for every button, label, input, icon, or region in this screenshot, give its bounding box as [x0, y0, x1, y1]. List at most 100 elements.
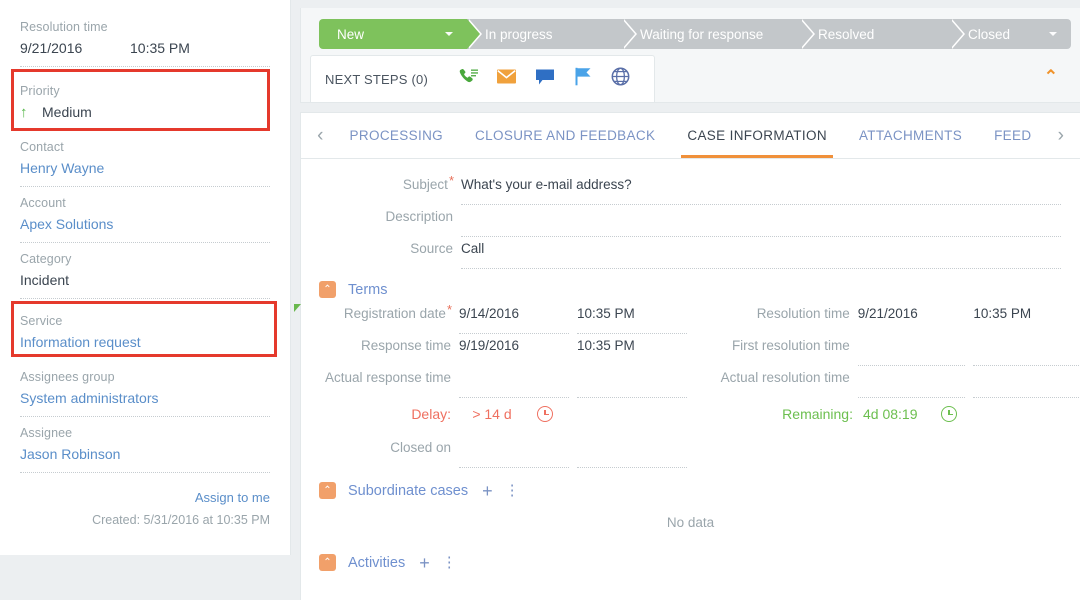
terms-collapse-toggle-icon[interactable]: ⌃ [319, 281, 336, 298]
sidebar-label-category: Category [20, 252, 72, 266]
tab-case-information[interactable]: CASE INFORMATION [671, 113, 843, 158]
stage-waiting-for-response[interactable]: Waiting for response [622, 19, 815, 49]
tab-feed[interactable]: FEED [978, 113, 1047, 158]
subordinate-cases-collapse-toggle-icon[interactable]: ⌃ [319, 482, 336, 499]
required-asterisk: * [446, 302, 452, 317]
sidebar-field-contact: Contact Henry Wayne [20, 138, 270, 187]
remaining-row: Remaining: 4d 08:19 [701, 398, 1080, 430]
sidebar-label-service: Service [20, 314, 63, 328]
flag-icon-svg [575, 67, 591, 86]
globe-icon[interactable] [602, 67, 640, 91]
section-title-subordinate-cases[interactable]: Subordinate cases [348, 483, 468, 499]
field-value-first-resolution-time[interactable] [973, 334, 1080, 366]
email-icon[interactable] [488, 68, 526, 90]
field-value-actual-resolution-date[interactable] [857, 366, 966, 398]
field-value-description[interactable] [461, 205, 1061, 237]
field-value-subject[interactable]: What's your e-mail address? [461, 173, 1061, 205]
section-title-activities[interactable]: Activities [348, 555, 405, 571]
field-label-response-time: Response time [360, 338, 451, 353]
stage-new[interactable]: New [319, 19, 482, 49]
sidebar-label-contact: Contact [20, 140, 64, 154]
section-header-activities: ⌃ Activities + ⋮ [319, 554, 1080, 572]
tab-processing[interactable]: PROCESSING [334, 113, 460, 158]
delay-value: > 14 d [472, 406, 512, 422]
field-registration-date: Registration date* 9/14/2016 10:35 PM [294, 302, 691, 334]
green-flag-marker-icon [294, 304, 301, 312]
field-value-response-time[interactable]: 10:35 PM [577, 334, 687, 366]
collapse-panel-chevron-up-icon[interactable]: ⌃ [1044, 68, 1058, 85]
next-steps-bar: NEXT STEPS (0) [310, 55, 655, 102]
remaining-value: 4d 08:19 [863, 406, 918, 422]
priority-up-arrow-icon: ↑ [20, 104, 28, 121]
sidebar-value-account[interactable]: Apex Solutions [20, 214, 270, 235]
activities-collapse-toggle-icon[interactable]: ⌃ [319, 554, 336, 571]
subordinate-cases-menu-icon[interactable]: ⋮ [505, 483, 520, 498]
field-value-actual-response-date[interactable] [459, 366, 569, 398]
field-value-response-date[interactable]: 9/19/2016 [459, 334, 569, 366]
field-value-registration-time[interactable]: 10:35 PM [577, 302, 687, 334]
stage-closed[interactable]: Closed [950, 19, 1071, 49]
stage-label: Waiting for response [640, 26, 764, 42]
field-label-resolution-time: Resolution time [756, 306, 850, 321]
assign-to-me-link[interactable]: Assign to me [20, 480, 270, 507]
tab-bar: ‹ PROCESSING CLOSURE AND FEEDBACK CASE I… [301, 113, 1080, 159]
add-activity-icon[interactable]: + [419, 554, 430, 572]
chat-bubble-icon-svg [535, 69, 554, 84]
phone-call-icon-svg [459, 68, 478, 82]
field-value-resolution-time[interactable]: 10:35 PM [973, 302, 1080, 334]
sidebar-value-priority[interactable]: ↑ Medium [20, 102, 270, 123]
field-value-actual-response-time[interactable] [577, 366, 687, 398]
phone-call-icon[interactable] [450, 68, 488, 91]
field-actual-response-time: Actual response time [301, 366, 691, 398]
field-value-closed-on-time[interactable] [577, 436, 687, 468]
field-value-first-resolution-date[interactable] [857, 334, 966, 366]
activities-menu-icon[interactable]: ⋮ [442, 555, 457, 570]
top-fields-group: Subject* What's your e-mail address? Des… [301, 173, 1080, 269]
stage-label: In progress [485, 26, 553, 42]
chat-bubble-icon[interactable] [526, 68, 564, 91]
field-value-closed-on-date[interactable] [459, 436, 569, 468]
stage-in-progress[interactable]: In progress [467, 19, 637, 49]
field-label-registration-date: Registration date* [294, 302, 452, 321]
stage-resolved[interactable]: Resolved [800, 19, 965, 49]
priority-value-text: Medium [42, 104, 92, 120]
tab-attachments[interactable]: ATTACHMENTS [843, 113, 978, 158]
field-source: Source Call [301, 237, 1080, 269]
sidebar-bottom-spacer [0, 555, 291, 600]
sidebar-value-contact[interactable]: Henry Wayne [20, 158, 270, 179]
flag-icon[interactable] [564, 67, 602, 91]
field-label-text: Subject [402, 177, 448, 192]
case-sidebar: Resolution time 9/21/2016 10:35 PM Prior… [0, 0, 291, 555]
process-card: New In progress Waiting for response Res… [300, 8, 1080, 103]
field-description: Description [301, 205, 1080, 237]
field-label-closed-on: Closed on [390, 440, 451, 455]
add-subordinate-case-icon[interactable]: + [482, 482, 493, 500]
process-stage-bar: New In progress Waiting for response Res… [319, 19, 1071, 49]
terms-grid: Registration date* 9/14/2016 10:35 PM Re… [294, 302, 1080, 472]
sidebar-label-assignee: Assignee [20, 426, 73, 440]
section-title-terms[interactable]: Terms [348, 282, 387, 298]
sidebar-value-category[interactable]: Incident [20, 270, 270, 291]
stage-label: Resolved [818, 26, 875, 42]
sidebar-value-assignees-group[interactable]: System administrators [20, 388, 270, 409]
sidebar-field-category: Category Incident [20, 250, 270, 299]
remaining-clock-icon [927, 406, 957, 422]
chevron-down-icon[interactable] [445, 32, 453, 36]
tabs-scroll-left-icon[interactable]: ‹ [307, 126, 334, 145]
tab-closure-and-feedback[interactable]: CLOSURE AND FEEDBACK [459, 113, 671, 158]
sidebar-value-service[interactable]: Information request [20, 332, 270, 353]
field-value-source[interactable]: Call [461, 237, 1061, 269]
field-value-resolution-date[interactable]: 9/21/2016 [858, 302, 966, 334]
chevron-down-icon[interactable] [1049, 32, 1057, 36]
sidebar-label-account: Account [20, 196, 66, 210]
sidebar-value-assignee[interactable]: Jason Robinson [20, 444, 270, 465]
sidebar-label-priority: Priority [20, 84, 60, 98]
field-value-registration-date[interactable]: 9/14/2016 [459, 302, 569, 334]
section-header-terms: ⌃ Terms [319, 281, 1080, 298]
field-label-actual-response-time: Actual response time [324, 370, 451, 385]
required-asterisk: * [448, 173, 454, 188]
tabs-scroll-right-icon[interactable]: › [1047, 126, 1074, 145]
field-value-actual-resolution-time[interactable] [973, 366, 1080, 398]
sidebar-value-resolution-time[interactable]: 9/21/2016 10:35 PM [20, 38, 270, 59]
created-timestamp: Created: 5/31/2016 at 10:35 PM [92, 513, 270, 527]
